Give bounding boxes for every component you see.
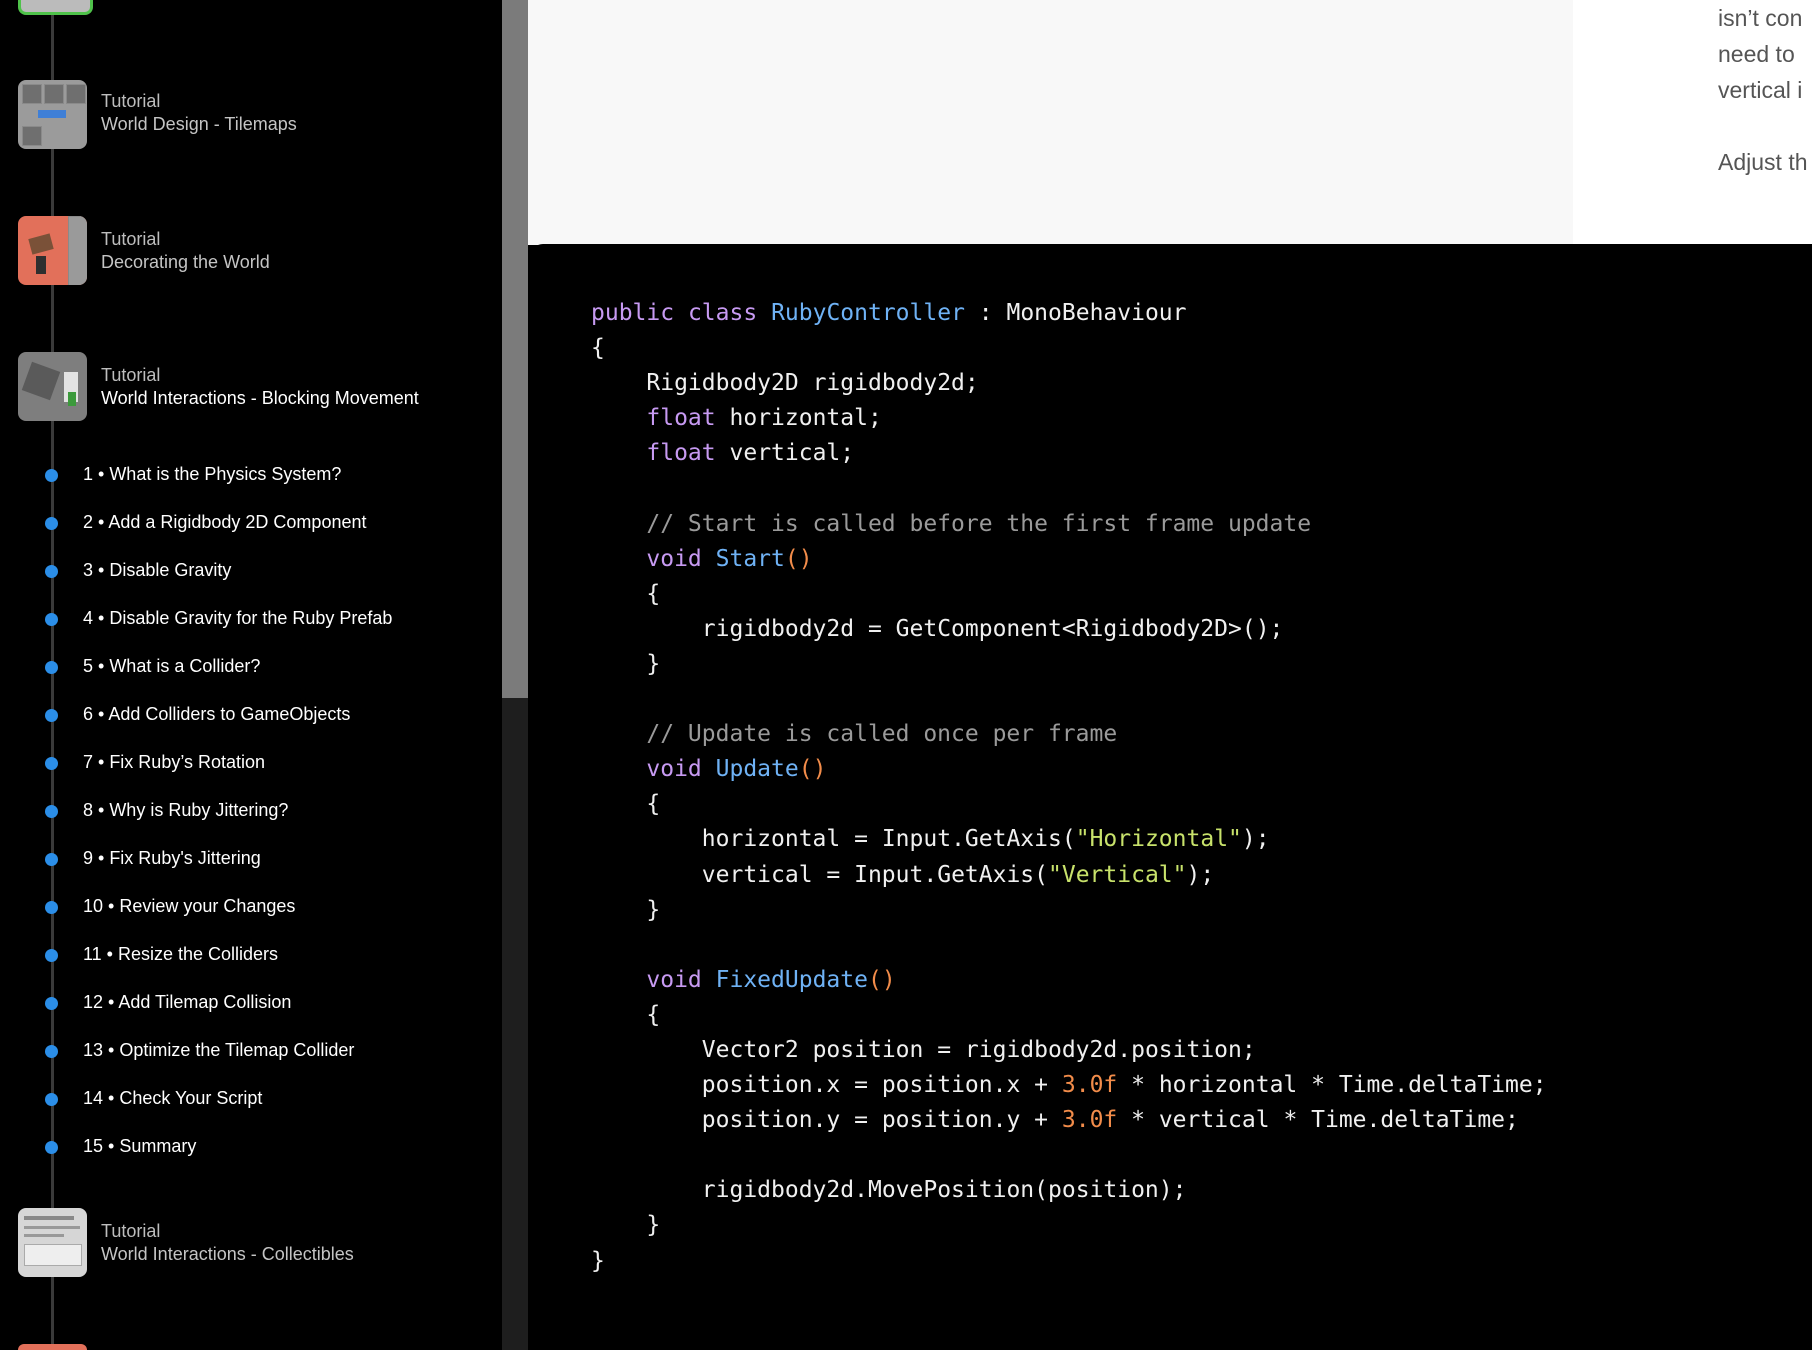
step-dot-icon xyxy=(45,661,58,674)
tutorial-name: World Design - Tilemaps xyxy=(101,114,297,134)
tutorial-sidebar: Tutorial World Design - Tilemaps Tutoria… xyxy=(0,0,502,1350)
step-item[interactable]: 2 • Add a Rigidbody 2D Component xyxy=(0,509,500,537)
instruction-line xyxy=(1718,108,1812,144)
tutorial-name: World Interactions - Blocking Movement xyxy=(101,388,419,408)
step-dot-icon xyxy=(45,613,58,626)
step-label: 8 • Why is Ruby Jittering? xyxy=(83,800,289,820)
step-dot-icon xyxy=(45,517,58,530)
step-dot-icon xyxy=(45,853,58,866)
step-label: 10 • Review your Changes xyxy=(83,896,296,916)
step-label: 14 • Check Your Script xyxy=(83,1088,263,1108)
step-item[interactable]: 14 • Check Your Script xyxy=(0,1085,500,1113)
instruction-line: need to xyxy=(1718,41,1795,67)
step-dot-icon xyxy=(45,565,58,578)
step-dot-icon xyxy=(45,1045,58,1058)
step-dot-icon xyxy=(45,469,58,482)
step-item[interactable]: 9 • Fix Ruby's Jittering xyxy=(0,845,500,873)
tutorial-label: Tutorial xyxy=(101,229,161,249)
step-label: 3 • Disable Gravity xyxy=(83,560,232,580)
tutorial-label: Tutorial xyxy=(101,91,161,111)
step-label: 2 • Add a Rigidbody 2D Component xyxy=(83,512,367,532)
step-item[interactable]: 11 • Resize the Colliders xyxy=(0,941,500,969)
step-dot-icon xyxy=(45,1093,58,1106)
step-label: 7 • Fix Ruby’s Rotation xyxy=(83,752,266,772)
step-dot-icon xyxy=(45,949,58,962)
step-label: 4 • Disable Gravity for the Ruby Prefab xyxy=(83,608,393,628)
step-item[interactable]: 6 • Add Colliders to GameObjects xyxy=(0,701,500,729)
step-label: 9 • Fix Ruby's Jittering xyxy=(83,848,261,868)
step-item[interactable]: 3 • Disable Gravity xyxy=(0,557,500,585)
step-dot-icon xyxy=(45,709,58,722)
instruction-line: isn’t con xyxy=(1718,5,1803,31)
tutorial-thumbnail-decorating[interactable] xyxy=(18,216,87,285)
tutorial-entry-decorating[interactable]: Tutorial Decorating the World xyxy=(101,228,270,274)
tutorial-name: World Interactions - Collectibles xyxy=(101,1244,354,1264)
step-item[interactable]: 8 • Why is Ruby Jittering? xyxy=(0,797,500,825)
step-item[interactable]: 10 • Review your Changes xyxy=(0,893,500,921)
instruction-line: vertical i xyxy=(1718,77,1803,103)
completed-tutorial-thumbnail[interactable] xyxy=(18,0,93,15)
code-listing[interactable]: public class RubyController : MonoBehavi… xyxy=(591,296,1547,1279)
step-dot-icon xyxy=(45,1141,58,1154)
tutorial-thumbnail-blocking-movement[interactable] xyxy=(18,352,87,421)
sidebar-scrollbar-thumb[interactable] xyxy=(502,0,528,698)
step-label: 13 • Optimize the Tilemap Collider xyxy=(83,1040,355,1060)
step-item[interactable]: 1 • What is the Physics System? xyxy=(0,461,500,489)
tutorial-thumbnail-next[interactable] xyxy=(18,1344,87,1350)
tutorial-label: Tutorial xyxy=(101,365,161,385)
tutorial-label: Tutorial xyxy=(101,1221,161,1241)
step-item[interactable]: 5 • What is a Collider? xyxy=(0,653,500,681)
step-dot-icon xyxy=(45,757,58,770)
step-item[interactable]: 15 • Summary xyxy=(0,1133,500,1161)
tutorial-thumbnail-tilemaps[interactable] xyxy=(18,80,87,149)
step-item[interactable]: 13 • Optimize the Tilemap Collider xyxy=(0,1037,500,1065)
tutorial-entry-tilemaps[interactable]: Tutorial World Design - Tilemaps xyxy=(101,90,297,136)
step-item[interactable]: 4 • Disable Gravity for the Ruby Prefab xyxy=(0,605,500,633)
step-label: 11 • Resize the Colliders xyxy=(83,944,279,964)
tutorial-entry-blocking-movement[interactable]: Tutorial World Interactions - Blocking M… xyxy=(101,364,419,410)
step-label: 15 • Summary xyxy=(83,1136,197,1156)
step-dot-icon xyxy=(45,901,58,914)
tutorial-name: Decorating the World xyxy=(101,252,270,272)
tutorial-entry-collectibles[interactable]: Tutorial World Interactions - Collectibl… xyxy=(101,1220,354,1266)
step-item[interactable]: 7 • Fix Ruby’s Rotation xyxy=(0,749,500,777)
step-label: 6 • Add Colliders to GameObjects xyxy=(83,704,351,724)
step-dot-icon xyxy=(45,997,58,1010)
step-item[interactable]: 12 • Add Tilemap Collision xyxy=(0,989,500,1017)
step-label: 1 • What is the Physics System? xyxy=(83,464,342,484)
tutorial-thumbnail-collectibles[interactable] xyxy=(18,1208,87,1277)
step-label: 5 • What is a Collider? xyxy=(83,656,261,676)
step-label: 12 • Add Tilemap Collision xyxy=(83,992,292,1012)
instruction-line: Adjust th xyxy=(1718,149,1808,175)
instruction-text: isn’t con need to vertical i Adjust th xyxy=(1718,0,1812,180)
step-dot-icon xyxy=(45,805,58,818)
